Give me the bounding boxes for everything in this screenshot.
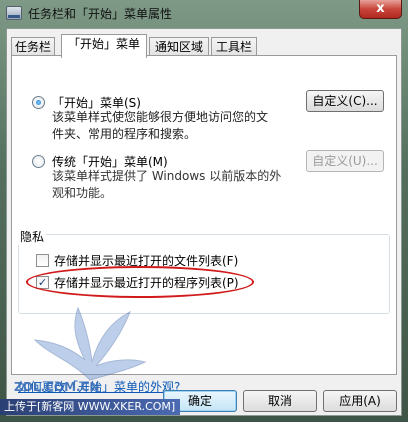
watermark-text: ZOL.COM.CN [14, 380, 100, 394]
store-programs-label[interactable]: 存储并显示最近打开的程序列表(P) [54, 274, 239, 291]
start-menu-radio[interactable] [32, 96, 45, 109]
store-programs-checkbox[interactable]: ✓ [36, 276, 49, 289]
classic-menu-description-line2: 观和功能。 [52, 186, 113, 200]
privacy-group-title: 隐私 [18, 228, 47, 245]
tab-taskbar[interactable]: 任务栏 [11, 37, 55, 57]
apply-button[interactable]: 应用(A) [323, 390, 397, 412]
properties-window: 任务栏和「开始」菜单属性 x 任务栏 「开始」菜单 通知区域 工具栏 「开始」菜… [0, 0, 408, 422]
store-files-checkbox[interactable] [36, 254, 49, 267]
upload-footer: 上传于[新客网 WWW.XKER.COM] [0, 399, 180, 415]
classic-menu-description-line1: 该菜单样式提供了 Windows 以前版本的外 [52, 169, 282, 183]
classic-menu-radio[interactable] [32, 155, 45, 168]
customize-start-menu-button[interactable]: 自定义(C)... [306, 90, 384, 112]
taskbar-icon [6, 6, 22, 20]
title-bar[interactable]: 任务栏和「开始」菜单属性 x [0, 0, 408, 28]
window-title: 任务栏和「开始」菜单属性 [28, 7, 173, 21]
cancel-button[interactable]: 取消 [243, 390, 317, 412]
start-menu-description-line2: 件夹、常用的程序和搜索。 [52, 127, 197, 141]
start-menu-description-line1: 该菜单样式使您能够很方便地访问您的文 [52, 110, 269, 124]
wings-watermark-icon [33, 306, 147, 381]
tab-notification-area[interactable]: 通知区域 [149, 37, 209, 57]
customize-classic-menu-button[interactable]: 自定义(U)... [306, 150, 384, 172]
tab-toolbars[interactable]: 工具栏 [211, 37, 257, 57]
close-button[interactable]: x [359, 0, 402, 19]
store-files-label[interactable]: 存储并显示最近打开的文件列表(F) [54, 252, 238, 269]
tab-start-menu[interactable]: 「开始」菜单 [61, 34, 147, 58]
